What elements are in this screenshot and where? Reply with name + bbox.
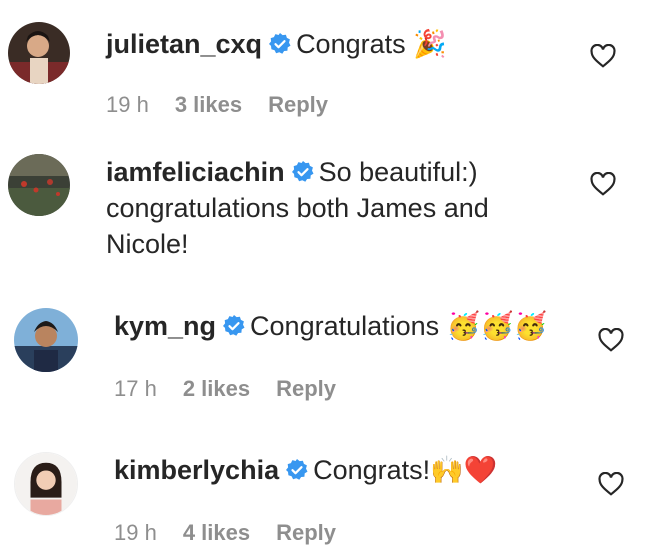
like-heart-icon[interactable] [590,172,616,196]
like-heart-icon[interactable] [590,44,616,68]
comment-item: kimberlychia Congrats!🙌❤️ 19 h 4 likes Re… [0,430,672,556]
like-heart-icon[interactable] [598,328,624,352]
reply-button[interactable]: Reply [276,520,336,546]
avatar-kymng-icon [14,308,78,372]
avatar[interactable] [8,154,70,216]
reply-button[interactable]: Reply [276,376,336,402]
verified-badge-icon [269,33,291,54]
reply-button[interactable]: Reply [268,92,328,118]
avatar[interactable] [8,22,70,84]
comment-text: congratulations both James and [106,193,489,223]
partying-face-emoji: 🥳🥳🥳 [446,311,548,342]
avatar[interactable] [14,452,78,516]
comment-likes[interactable]: 3 likes [175,92,242,118]
comment-username[interactable]: kimberlychia [114,455,279,485]
comment-username[interactable]: iamfeliciachin [106,157,285,187]
avatar-julietan-icon [8,22,70,84]
comment-item: iamfeliciachin So beautiful:) congratulat… [0,140,672,290]
comment-timestamp[interactable]: 17 h [114,376,157,402]
comment-meta: 17 h 2 likes Reply [114,376,336,402]
raised-hands-heart-emoji: 🙌❤️ [430,455,498,486]
comment-line: iamfeliciachin So beautiful:) [106,154,489,190]
party-popper-emoji: 🎉 [413,29,447,60]
avatar-feliciachin-icon [8,154,70,216]
verified-badge-icon [286,459,308,480]
comment-body: kimberlychia Congrats!🙌❤️ [114,452,497,489]
comment-meta: 19 h 3 likes Reply [106,92,328,118]
comment-text: Congratulations [250,311,440,341]
comment-body: kym_ng Congratulations 🥳🥳🥳 [114,308,548,345]
avatar[interactable] [14,308,78,372]
comment-body: iamfeliciachin So beautiful:) congratulat… [106,154,489,262]
comment-likes[interactable]: 2 likes [183,376,250,402]
comment-text: Congrats [296,29,406,59]
comment-meta: 19 h 4 likes Reply [114,520,336,546]
comment-timestamp[interactable]: 19 h [106,92,149,118]
comment-likes[interactable]: 4 likes [183,520,250,546]
comment-item: kym_ng Congratulations 🥳🥳🥳 17 h 2 likes R… [0,290,672,430]
comment-username[interactable]: julietan_cxq [106,29,262,59]
like-heart-icon[interactable] [598,472,624,496]
comment-text: Congrats! [313,455,431,485]
comment-text: So beautiful:) [318,157,478,187]
avatar-kimberlychia-icon [15,453,77,515]
comment-username[interactable]: kym_ng [114,311,216,341]
comment-timestamp[interactable]: 19 h [114,520,157,546]
verified-badge-icon [291,161,314,182]
verified-badge-icon [223,315,245,336]
comment-body: julietan_cxq Congrats 🎉 [106,26,447,63]
comment-text: Nicole! [106,229,189,259]
comment-item: julietan_cxq Congrats 🎉 19 h 3 likes Repl… [0,0,672,140]
